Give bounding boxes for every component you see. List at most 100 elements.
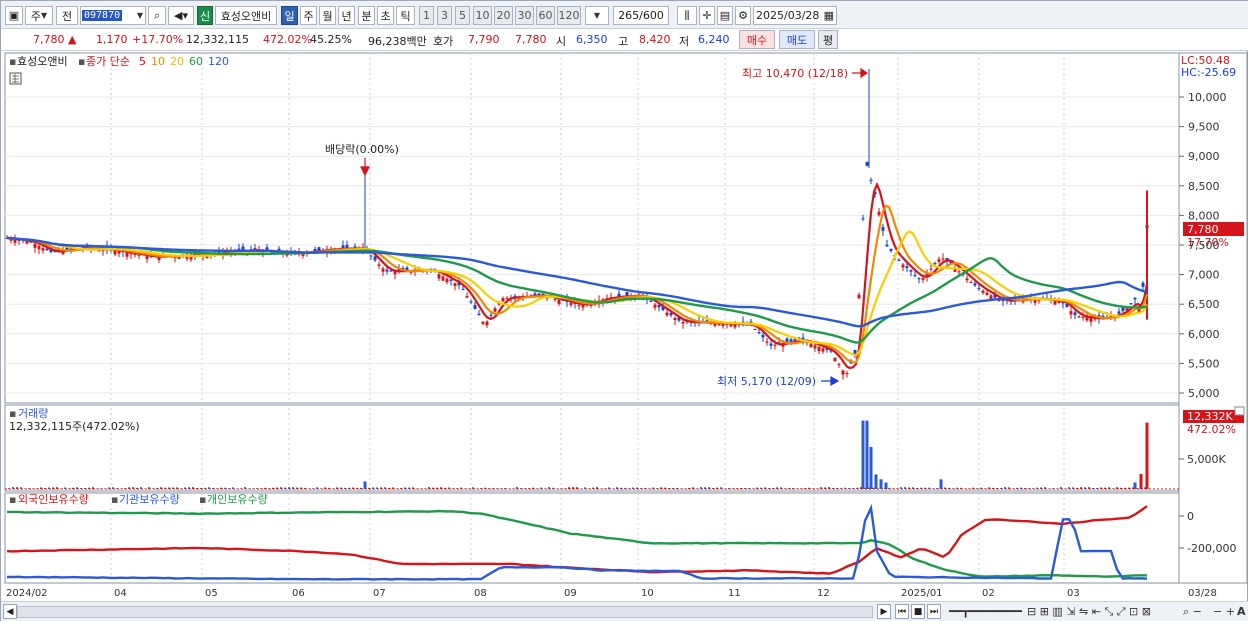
low-note: 최저 5,170 (12/09) (717, 375, 816, 388)
period-label: 초 (380, 9, 391, 23)
crosshair-icon[interactable]: ✛ (699, 6, 715, 25)
font-size-icon[interactable]: A (1237, 605, 1246, 618)
candle-body (973, 283, 977, 286)
change-value: 1,170 (96, 33, 128, 46)
date-picker[interactable]: 2025/03/28 ▦ (753, 6, 837, 25)
period-year[interactable]: 년 (338, 6, 355, 25)
amount-value: 96,238백만 (368, 35, 427, 48)
price-tick-label: 8,500 (1188, 180, 1220, 193)
candle-body (485, 321, 489, 326)
range-20[interactable]: 20 (494, 6, 513, 25)
candle-body (569, 302, 573, 306)
candle-body (373, 256, 377, 261)
scroll-right-icon[interactable]: ▶ (877, 604, 891, 619)
range-1[interactable]: 1 (419, 6, 434, 25)
drawing-tools[interactable]: ⊟ ⊞ ▥ ⇲ ⇋ ⇤ ⤡ ⤢ ⊡ ⊠ (1027, 605, 1151, 619)
date-label: 10 (641, 588, 654, 599)
candle-icon[interactable]: ⫼ (677, 6, 697, 25)
candle-body (905, 266, 909, 269)
sell-label: 매도 (786, 33, 808, 47)
range-3[interactable]: 3 (437, 6, 452, 25)
candle-body (913, 275, 917, 277)
eval-button[interactable]: 평 (818, 30, 838, 49)
candle-body (125, 252, 129, 257)
candle-body (505, 297, 509, 299)
candle-body (897, 259, 901, 261)
gear-icon[interactable]: ⚙ (735, 6, 751, 25)
search-icon[interactable]: ⌕ (148, 6, 166, 25)
buy-button[interactable]: 매수 (739, 30, 775, 49)
price-tick-label: 6,500 (1188, 298, 1220, 311)
period-week[interactable]: 주 (300, 6, 317, 25)
prev-button[interactable]: 전 (56, 6, 78, 25)
candle-body (861, 218, 865, 220)
period-label: 틱 (400, 9, 411, 23)
candle-body (761, 334, 765, 338)
toolbar: ▣ 주 ▼ 전 097870 ▼ ⌕ ◀▾ 신 효성오앤비 일 주 월 년 분 초… (1, 1, 1248, 29)
period-second[interactable]: 초 (377, 6, 394, 25)
period-label: 년 (341, 9, 352, 23)
candle-body (881, 227, 885, 231)
price-panel[interactable] (4, 52, 1180, 404)
candle-body (813, 345, 817, 349)
candle-body (1073, 312, 1077, 316)
panel-close-icon[interactable] (1234, 406, 1245, 416)
candle-body (937, 259, 941, 262)
scrollbar-track[interactable] (17, 606, 873, 618)
chart-area[interactable]: ▪ 효성오앤비 ▪ 종가 단순 5 10 20 60 120 배당락(0.00%… (1, 51, 1248, 601)
speaker-icon[interactable]: ◀▾ (168, 6, 194, 25)
candle-body (981, 290, 985, 293)
period-tick[interactable]: 틱 (396, 6, 415, 25)
rewind-icon[interactable]: ⏮ (895, 604, 909, 619)
candle-body (381, 268, 385, 272)
stock-code-input[interactable]: 097870 ▼ (80, 6, 146, 25)
range-5[interactable]: 5 (455, 6, 470, 25)
candle-body (493, 308, 497, 312)
forward-icon[interactable]: ⏭ (927, 604, 941, 619)
legend-square-icon: ▪ (199, 493, 206, 506)
period-minute[interactable]: 분 (358, 6, 375, 25)
ma-10-label: 10 (151, 55, 165, 68)
volume-panel[interactable] (4, 404, 1180, 492)
price-tick-label: 5,000 (1188, 387, 1220, 400)
range-dropdown[interactable]: ▼ (585, 6, 609, 25)
save-icon[interactable]: ▤ (717, 6, 733, 25)
volume-bar (865, 420, 869, 489)
candle-body (941, 258, 945, 260)
period-day[interactable]: 일 (281, 6, 298, 25)
period-month[interactable]: 월 (319, 6, 336, 25)
mode-select[interactable]: 주 ▼ (25, 6, 53, 25)
candle-body (553, 298, 557, 300)
ma-title: 종가 단순 (86, 55, 130, 68)
range-120[interactable]: 120 (557, 6, 581, 25)
zoom-slider[interactable]: ━━┳━━━━━━━━ (949, 605, 1022, 618)
range-60[interactable]: 60 (536, 6, 555, 25)
legend-square-icon: ▪ (111, 493, 118, 506)
layout-icon[interactable]: ▣ (5, 6, 23, 25)
zoom-in-icon[interactable]: − + (1213, 605, 1235, 618)
candle-body (833, 357, 837, 361)
period-label: 주 (303, 9, 314, 23)
scroll-left-icon[interactable]: ◀ (3, 604, 17, 619)
range-label: 5 (459, 9, 466, 22)
candle-body (673, 317, 677, 321)
stop-icon[interactable]: ■ (911, 604, 925, 619)
candle-body (837, 364, 841, 366)
candle-body (441, 276, 445, 281)
volume-bar (879, 479, 883, 489)
date-label: 2025/01 (901, 588, 943, 599)
date-axis: 2024/02 04 05 06 07 08 09 10 11 12 2025/… (6, 588, 1217, 599)
count-field[interactable]: 265/600 (613, 6, 669, 25)
range-30[interactable]: 30 (515, 6, 534, 25)
count-value: 265/600 (618, 9, 664, 22)
candle-body (857, 294, 861, 299)
sell-button[interactable]: 매도 (779, 30, 815, 49)
date-label: 04 (114, 588, 127, 599)
date-label: 05 (205, 588, 218, 599)
candle-body (477, 313, 481, 316)
range-10[interactable]: 10 (473, 6, 492, 25)
volume-last-pct: 472.02% (1187, 423, 1236, 436)
candle-body (817, 346, 821, 351)
zoom-out-icon[interactable]: ⌕ − (1183, 605, 1202, 619)
bid-value: 7,780 (515, 33, 547, 46)
